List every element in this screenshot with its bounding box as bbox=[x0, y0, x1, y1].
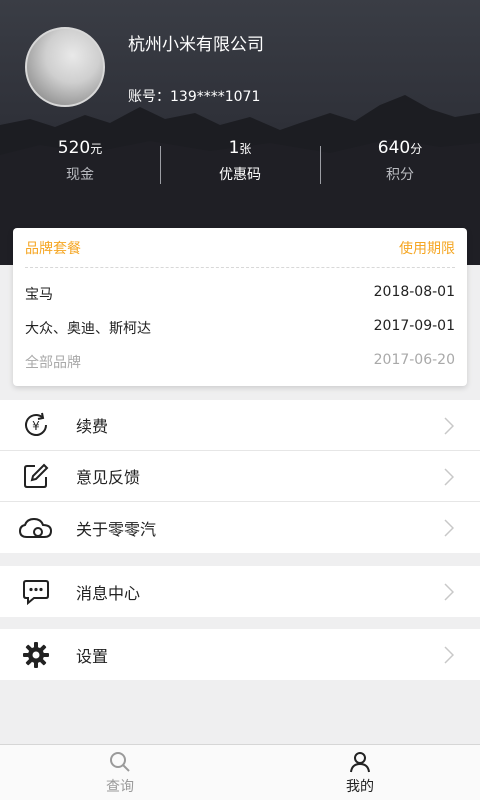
menu-item-renew[interactable]: ¥ 续费 bbox=[0, 400, 480, 451]
stat-points-label: 积分 bbox=[386, 167, 414, 183]
menu-item-settings[interactable]: 设置 bbox=[0, 629, 480, 680]
stat-coupon-label: 优惠码 bbox=[219, 167, 261, 183]
tab-query-label: 查询 bbox=[106, 779, 134, 795]
stat-cash-label: 现金 bbox=[66, 167, 94, 183]
bottom-tab-bar: 查询 我的 bbox=[0, 744, 480, 800]
package-date: 2017-06-20 bbox=[373, 352, 455, 368]
menu-group-main: ¥ 续费 意见反馈 关于零零汽 bbox=[0, 400, 480, 553]
avatar[interactable] bbox=[25, 27, 105, 107]
stat-cash-value: 520 bbox=[57, 138, 91, 158]
card-header: 品牌套餐 使用期限 bbox=[25, 238, 455, 268]
chevron-right-icon bbox=[444, 646, 454, 664]
menu-label: 续费 bbox=[76, 417, 109, 436]
gear-icon bbox=[0, 629, 76, 680]
tab-query[interactable]: 查询 bbox=[0, 745, 240, 800]
stat-points[interactable]: 640分 积分 bbox=[320, 138, 480, 188]
package-name: 宝马 bbox=[25, 287, 53, 303]
package-name: 大众、奥迪、斯柯达 bbox=[25, 321, 151, 337]
stat-coupon[interactable]: 1张 优惠码 bbox=[160, 138, 320, 188]
card-header-brand: 品牌套餐 bbox=[25, 241, 81, 257]
menu-item-about[interactable]: 关于零零汽 bbox=[0, 502, 480, 553]
user-icon bbox=[350, 752, 370, 773]
edit-icon bbox=[0, 451, 76, 502]
menu-item-messages[interactable]: 消息中心 bbox=[0, 566, 480, 617]
stat-points-unit: 分 bbox=[410, 142, 423, 156]
package-row[interactable]: 大众、奥迪、斯柯达 2017-09-01 bbox=[25, 318, 455, 338]
account-number: 账号：139****1071 bbox=[128, 89, 261, 105]
stats-bar: 520元 现金 1张 优惠码 640分 积分 bbox=[0, 138, 480, 188]
cloud-icon bbox=[0, 502, 76, 553]
package-date: 2017-09-01 bbox=[373, 318, 455, 334]
stat-cash-unit: 元 bbox=[90, 142, 103, 156]
company-name: 杭州小米有限公司 bbox=[128, 35, 264, 55]
package-date: 2018-08-01 bbox=[373, 284, 455, 300]
menu-label: 关于零零汽 bbox=[76, 519, 157, 539]
menu-label: 意见反馈 bbox=[76, 468, 141, 487]
chevron-right-icon bbox=[444, 519, 454, 537]
stat-coupon-value: 1 bbox=[228, 138, 240, 158]
menu-label: 消息中心 bbox=[76, 583, 141, 603]
menu-group-settings: 设置 bbox=[0, 629, 480, 680]
renew-yen-icon: ¥ bbox=[0, 400, 76, 451]
package-row[interactable]: 宝马 2018-08-01 bbox=[25, 284, 455, 304]
card-header-period: 使用期限 bbox=[399, 241, 455, 257]
menu-group-messages: 消息中心 bbox=[0, 566, 480, 617]
menu-label: 设置 bbox=[76, 646, 109, 666]
package-row[interactable]: 全部品牌 2017-06-20 bbox=[25, 352, 455, 372]
stat-cash[interactable]: 520元 现金 bbox=[0, 138, 160, 188]
menu-item-feedback[interactable]: 意见反馈 bbox=[0, 451, 480, 502]
brand-package-card: 品牌套餐 使用期限 宝马 2018-08-01 大众、奥迪、斯柯达 2017-0… bbox=[13, 228, 467, 386]
profile-header: 杭州小米有限公司 账号：139****1071 520元 现金 1张 优惠码 6… bbox=[0, 0, 480, 265]
package-name: 全部品牌 bbox=[25, 355, 81, 371]
chevron-right-icon bbox=[444, 417, 454, 435]
tab-mine-label: 我的 bbox=[346, 779, 374, 795]
chevron-right-icon bbox=[444, 468, 454, 486]
svg-text:¥: ¥ bbox=[32, 419, 40, 433]
stat-coupon-unit: 张 bbox=[239, 142, 252, 156]
stat-points-value: 640 bbox=[377, 138, 411, 158]
search-icon bbox=[110, 752, 130, 772]
tab-mine[interactable]: 我的 bbox=[240, 745, 480, 800]
chevron-right-icon bbox=[444, 583, 454, 601]
chat-bubble-icon bbox=[0, 566, 76, 617]
